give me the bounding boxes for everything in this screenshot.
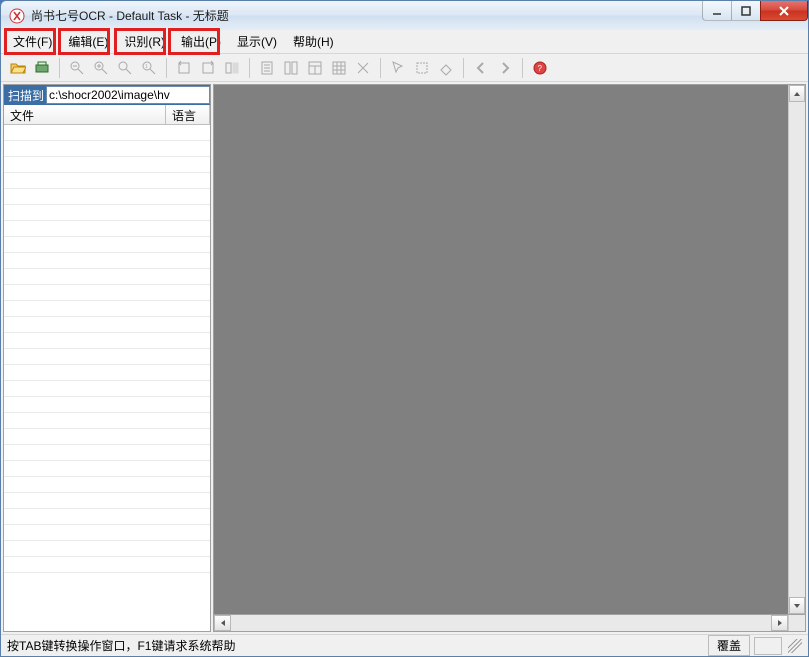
list-item [4, 333, 210, 349]
col-header-file[interactable]: 文件 [4, 105, 166, 124]
toolbar-separator [249, 58, 250, 78]
list-item [4, 477, 210, 493]
list-item [4, 445, 210, 461]
close-button[interactable] [760, 1, 808, 21]
list-item [4, 493, 210, 509]
status-empty-panel [754, 637, 782, 655]
tool-page-icon[interactable] [256, 57, 278, 79]
status-hint: 按TAB键转换操作窗口，F1键请求系统帮助 [7, 637, 235, 654]
list-item [4, 173, 210, 189]
list-item [4, 365, 210, 381]
list-item [4, 413, 210, 429]
list-item [4, 461, 210, 477]
status-mode-panel: 覆盖 [708, 635, 750, 656]
tool-columns-icon[interactable] [280, 57, 302, 79]
svg-text:?: ? [538, 64, 543, 73]
toolbar-separator [522, 58, 523, 78]
list-item [4, 189, 210, 205]
tool-zoom-actual-icon[interactable]: 1 [138, 57, 160, 79]
toolbar: 1 [1, 54, 808, 82]
list-item [4, 509, 210, 525]
list-item [4, 397, 210, 413]
title-bar: 尚书七号OCR - Default Task - 无标题 [0, 0, 809, 30]
list-item [4, 557, 210, 573]
list-item [4, 301, 210, 317]
image-canvas[interactable] [214, 85, 788, 614]
scroll-up-icon[interactable] [789, 85, 805, 102]
tool-scan-icon[interactable] [31, 57, 53, 79]
client-area: 文件(F) 编辑(E) 识别(R) 输出(P) 显示(V) 帮助(H) 1 [0, 30, 809, 657]
tool-region-icon[interactable] [411, 57, 433, 79]
tool-layout-icon[interactable] [304, 57, 326, 79]
tool-zoom-fit-icon[interactable] [114, 57, 136, 79]
tool-open-icon[interactable] [7, 57, 29, 79]
toolbar-separator [463, 58, 464, 78]
toolbar-separator [166, 58, 167, 78]
scroll-corner [788, 615, 805, 631]
menu-view[interactable]: 显示(V) [229, 30, 285, 53]
scroll-left-icon[interactable] [214, 615, 231, 631]
list-item [4, 269, 210, 285]
list-item [4, 237, 210, 253]
list-item [4, 429, 210, 445]
file-list-pane: 扫描到 文件 语言 [3, 84, 211, 632]
list-item [4, 349, 210, 365]
file-list-header: 文件 语言 [4, 105, 210, 125]
list-item [4, 125, 210, 141]
minimize-button[interactable] [702, 1, 732, 21]
tool-help-icon[interactable]: ? [529, 57, 551, 79]
tool-table-icon[interactable] [328, 57, 350, 79]
menu-help[interactable]: 帮助(H) [285, 30, 342, 53]
scroll-track[interactable] [789, 102, 805, 597]
scroll-down-icon[interactable] [789, 597, 805, 614]
tool-next-icon[interactable] [494, 57, 516, 79]
tool-select-icon[interactable] [387, 57, 409, 79]
vertical-scrollbar[interactable] [788, 85, 805, 614]
list-item [4, 525, 210, 541]
horizontal-scrollbar[interactable] [213, 615, 806, 632]
main-content: 扫描到 文件 语言 [1, 82, 808, 634]
tool-flip-icon[interactable] [221, 57, 243, 79]
tool-zoom-out-icon[interactable] [66, 57, 88, 79]
tool-clear-icon[interactable] [352, 57, 374, 79]
list-item [4, 253, 210, 269]
list-item [4, 221, 210, 237]
list-item [4, 157, 210, 173]
tool-prev-icon[interactable] [470, 57, 492, 79]
scan-path-input[interactable] [46, 86, 210, 104]
window-title: 尚书七号OCR - Default Task - 无标题 [31, 7, 229, 24]
list-item [4, 317, 210, 333]
toolbar-separator [380, 58, 381, 78]
svg-text:1: 1 [145, 64, 148, 70]
list-item [4, 141, 210, 157]
menu-bar: 文件(F) 编辑(E) 识别(R) 输出(P) 显示(V) 帮助(H) [1, 30, 808, 54]
tool-eraser-icon[interactable] [435, 57, 457, 79]
toolbar-separator [59, 58, 60, 78]
image-viewport [213, 84, 806, 615]
scan-label: 扫描到 [6, 87, 46, 104]
app-icon [9, 8, 25, 24]
status-bar: 按TAB键转换操作窗口，F1键请求系统帮助 覆盖 [1, 634, 808, 656]
menu-recognize[interactable]: 识别(R) [116, 30, 173, 53]
image-pane [213, 84, 806, 632]
tool-rotate-right-icon[interactable] [197, 57, 219, 79]
maximize-button[interactable] [731, 1, 761, 21]
scan-destination-row: 扫描到 [4, 85, 210, 105]
scroll-right-icon[interactable] [771, 615, 788, 631]
file-list-body[interactable] [4, 125, 210, 631]
list-item [4, 205, 210, 221]
window-controls [703, 1, 808, 21]
scroll-track[interactable] [231, 615, 771, 631]
list-item [4, 381, 210, 397]
col-header-lang[interactable]: 语言 [166, 105, 210, 124]
list-item [4, 541, 210, 557]
list-item [4, 285, 210, 301]
tool-zoom-in-icon[interactable] [90, 57, 112, 79]
menu-output[interactable]: 输出(P) [173, 30, 229, 53]
tool-rotate-left-icon[interactable] [173, 57, 195, 79]
resize-grip-icon[interactable] [788, 639, 802, 653]
menu-file[interactable]: 文件(F) [5, 30, 60, 53]
menu-edit[interactable]: 编辑(E) [60, 30, 116, 53]
